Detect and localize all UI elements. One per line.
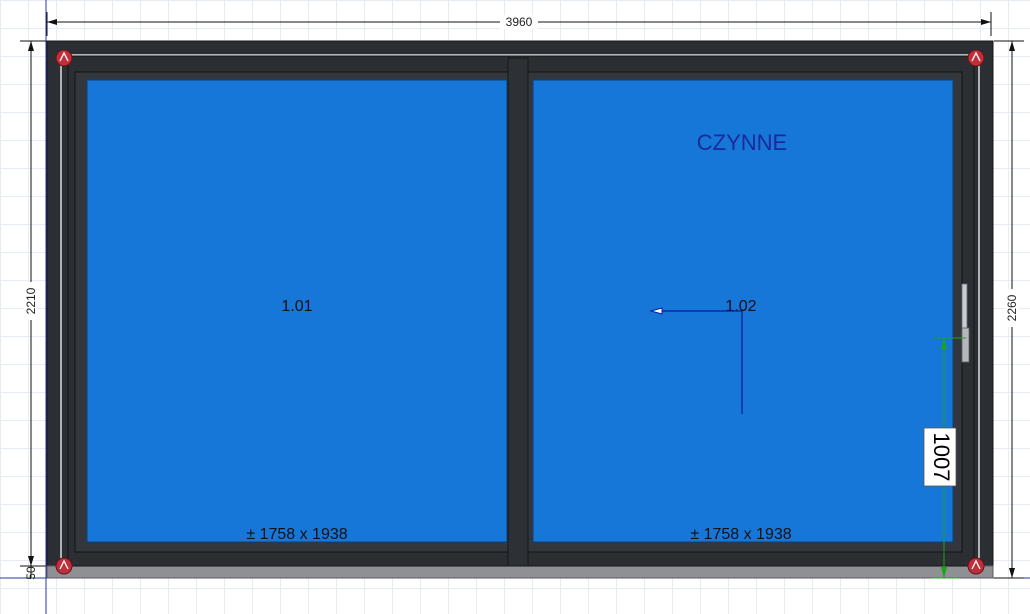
bottom-offset-label: 50 bbox=[24, 566, 38, 580]
pane-size-1-01: ± 1758 x 1938 bbox=[246, 526, 347, 543]
right-dimension: 2260 bbox=[994, 40, 1024, 579]
corner-marker-icon bbox=[967, 49, 985, 67]
pane-label-1-02: 1.02 bbox=[725, 298, 756, 315]
left-dimension: 2210 50 bbox=[20, 40, 46, 580]
right-dimension-label: 2260 bbox=[1005, 294, 1019, 321]
top-dimension: 3960 bbox=[46, 12, 992, 36]
pane-label-1-01: 1.01 bbox=[281, 298, 312, 315]
handle-height-label: 1007 bbox=[929, 433, 954, 482]
left-dimension-label: 2210 bbox=[24, 287, 38, 314]
window-drawing: 3960 2210 50 2260 1.01 ± 1758 x 1938 1.0… bbox=[0, 0, 1030, 614]
pane-size-1-02: ± 1758 x 1938 bbox=[690, 526, 791, 543]
active-sash-status: CZYNNE bbox=[697, 130, 787, 155]
corner-marker-icon bbox=[55, 557, 73, 575]
top-dimension-label: 3960 bbox=[506, 15, 533, 29]
threshold bbox=[46, 565, 994, 579]
interlock-mullion bbox=[507, 57, 529, 567]
corner-marker-icon bbox=[967, 557, 985, 575]
corner-marker-icon bbox=[55, 49, 73, 67]
